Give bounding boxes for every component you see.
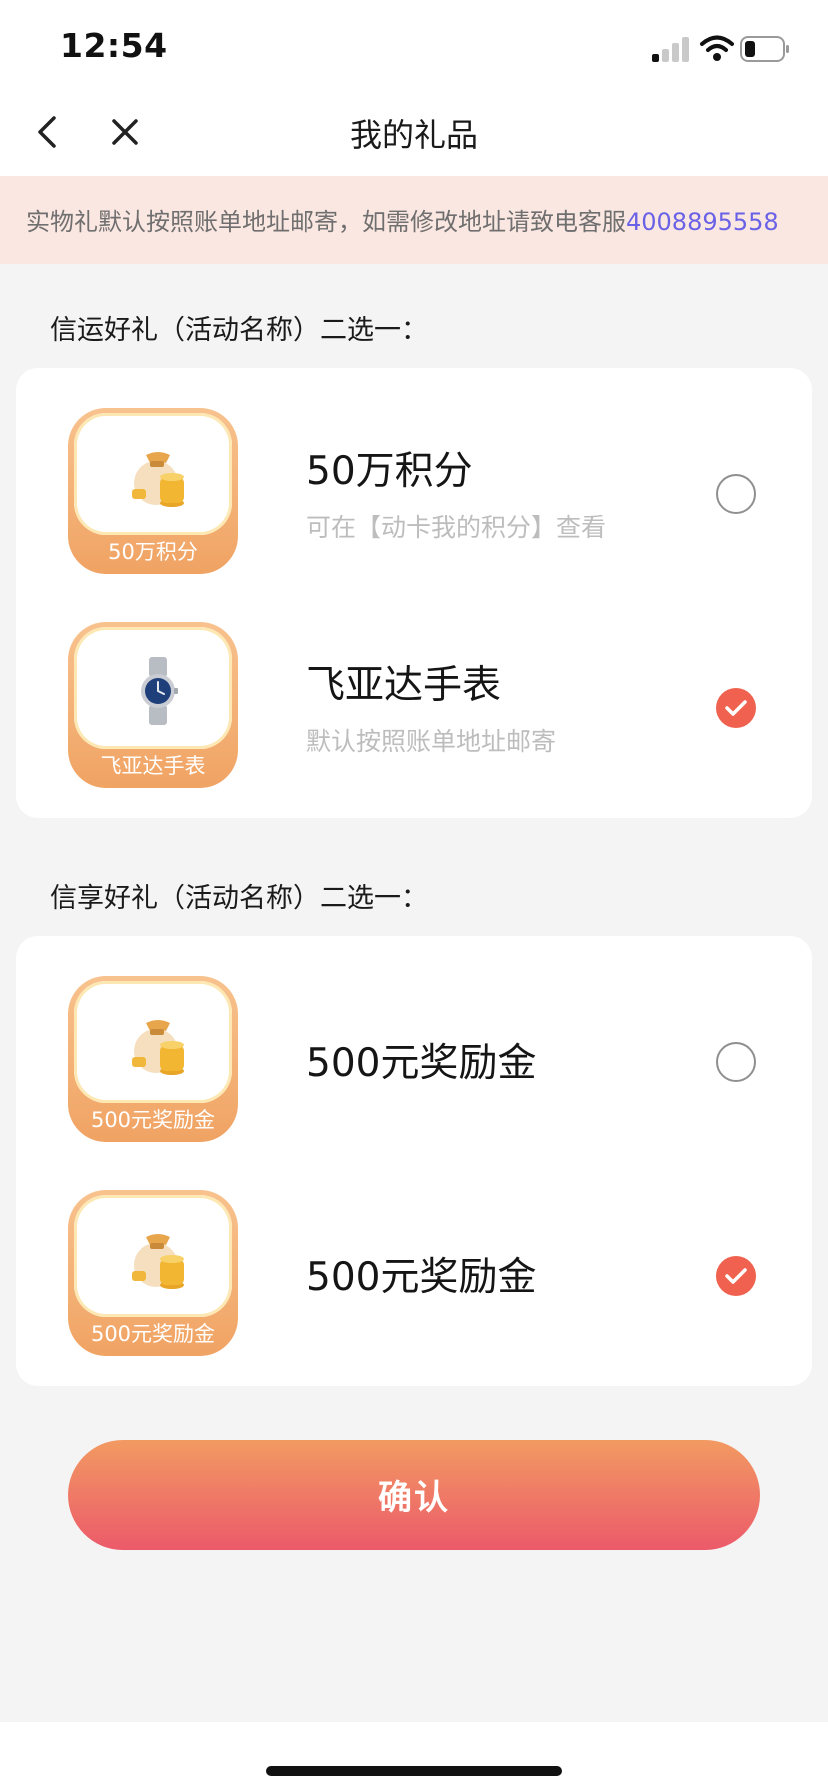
coin-bag-icon [132,1234,184,1289]
gift-name: 500元奖励金 [306,1041,537,1086]
gift-thumbnail: 500元奖励金 [68,976,238,1142]
coin-bag-icon [132,452,184,507]
gift-option[interactable]: 500元奖励金 500元奖励金 [16,958,812,1158]
gift-thumbnail-label: 500元奖励金 [90,1108,216,1132]
gift-option[interactable]: 500元奖励金 500元奖励金 [16,1172,812,1372]
gift-group-card: 50万积分 50万积分 可在【动卡我的积分】查看 飞亚达手表 飞亚达手表 默认按… [16,368,812,818]
notice-message: 实物礼默认按照账单地址邮寄，如需修改地址请致电客服 [26,208,626,236]
nav-bar: 我的礼品 [0,88,828,176]
customer-service-phone-link[interactable]: 4008895558 [626,208,779,236]
gift-name: 50万积分 [306,449,473,494]
gift-description: 默认按照账单地址邮寄 [306,727,557,756]
battery-icon [740,36,789,62]
gift-name: 500元奖励金 [306,1255,537,1300]
notice-text: 实物礼默认按照账单地址邮寄，如需修改地址请致电客服4008895558 [26,202,779,237]
page-title: 我的礼品 [349,116,478,154]
gift-thumbnail-label: 500元奖励金 [90,1322,216,1346]
gift-thumbnail-label: 50万积分 [108,540,198,564]
checkmark-icon [725,700,747,716]
confirm-button[interactable]: 确认 [68,1440,760,1550]
home-indicator[interactable] [266,1766,562,1776]
gift-thumbnail: 500元奖励金 [68,1190,238,1356]
gift-radio-button[interactable] [716,474,756,514]
gift-description: 可在【动卡我的积分】查看 [306,513,607,542]
gift-option[interactable]: 50万积分 50万积分 可在【动卡我的积分】查看 [16,390,812,590]
gift-thumbnail: 飞亚达手表 [68,622,238,788]
gift-radio-button-selected[interactable] [716,688,756,728]
confirm-button-label: 确认 [378,1478,450,1518]
gift-option[interactable]: 飞亚达手表 飞亚达手表 默认按照账单地址邮寄 [16,604,812,804]
gift-radio-button[interactable] [716,1042,756,1082]
gift-group-card: 500元奖励金 500元奖励金 500元奖励金 500元奖励金 [16,936,812,1386]
gift-thumbnail: 50万积分 [68,408,238,574]
gift-name: 飞亚达手表 [306,663,502,708]
coin-bag-icon [132,1020,184,1075]
status-time: 12:54 [60,26,168,65]
status-bar: 12:54 [0,0,828,88]
home-indicator-area [0,1722,828,1792]
signal-icon [652,36,690,62]
gift-thumbnail-label: 飞亚达手表 [100,754,206,778]
gift-radio-button-selected[interactable] [716,1256,756,1296]
group-title: 信运好礼（活动名称）二选一： [50,315,428,346]
wifi-icon [700,35,734,61]
checkmark-icon [725,1268,747,1284]
notice-banner: 实物礼默认按照账单地址邮寄，如需修改地址请致电客服4008895558 [0,176,828,264]
watch-icon [141,657,178,725]
group-title: 信享好礼（活动名称）二选一： [50,883,428,914]
